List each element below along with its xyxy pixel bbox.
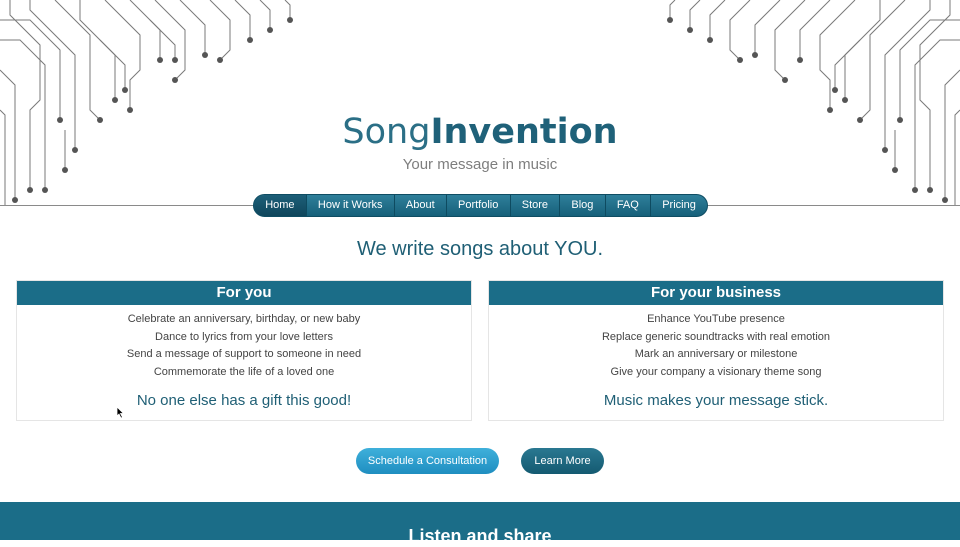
panel-footer: Music makes your message stick. — [603, 392, 829, 409]
mouse-pointer-icon — [116, 406, 125, 419]
nav-item-pricing[interactable]: Pricing — [650, 195, 707, 216]
for-your-business-panel: For your business Enhance YouTube presen… — [488, 280, 944, 421]
nav-item-how-it-works[interactable]: How it Works — [305, 195, 394, 216]
learn-more-button[interactable]: Learn More — [521, 448, 604, 474]
list-item: Give your company a visionary theme song — [610, 366, 822, 379]
logo-bold: Invention — [430, 112, 618, 152]
nav-item-about[interactable]: About — [393, 195, 446, 216]
section-title: Listen and share — [408, 526, 552, 546]
nav-item-store[interactable]: Store — [509, 195, 560, 216]
page-headline: We write songs about YOU. — [356, 238, 604, 260]
list-item: Send a message of support to someone in … — [126, 348, 362, 361]
panel-title: For you — [17, 281, 471, 305]
circuit-music-decoration-right — [667, 0, 960, 206]
list-item: Enhance YouTube presence — [647, 313, 785, 325]
nav-item-portfolio[interactable]: Portfolio — [445, 195, 510, 216]
list-item: Dance to lyrics from your love letters — [155, 330, 333, 343]
panel-title: For your business — [489, 281, 943, 305]
schedule-consultation-button[interactable]: Schedule a Consultation — [356, 448, 499, 474]
main-nav: Home How it Works About Portfolio Store … — [253, 194, 708, 217]
logo-regular: Song — [342, 112, 431, 152]
list-item: Commemorate the life of a loved one — [153, 366, 335, 379]
list-item: Replace generic soundtracks with real em… — [601, 330, 831, 343]
for-you-panel: For you Celebrate an anniversary, birthd… — [16, 280, 472, 421]
circuit-music-decoration-left — [0, 0, 293, 206]
site-tagline: Your message in music — [402, 156, 558, 173]
list-item: Mark an anniversary or milestone — [634, 348, 798, 361]
nav-item-blog[interactable]: Blog — [559, 195, 604, 216]
nav-item-faq[interactable]: FAQ — [604, 195, 650, 216]
list-item: Celebrate an anniversary, birthday, or n… — [127, 313, 361, 325]
panel-list: Celebrate an anniversary, birthday, or n… — [17, 311, 471, 382]
panel-footer: No one else has a gift this good! — [136, 392, 352, 409]
site-header: SongInvention Your message in music — [0, 0, 960, 206]
site-logo[interactable]: SongInvention — [0, 112, 960, 152]
nav-item-home[interactable]: Home — [254, 195, 306, 216]
panel-list: Enhance YouTube presence Replace generic… — [489, 311, 943, 382]
listen-share-section: Listen and share — [0, 502, 960, 546]
